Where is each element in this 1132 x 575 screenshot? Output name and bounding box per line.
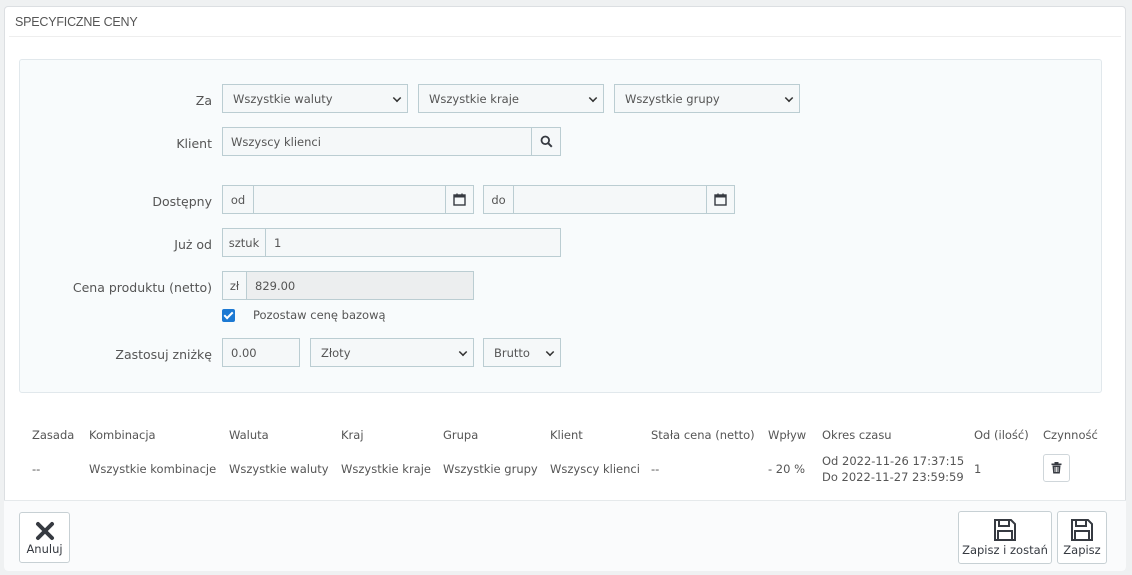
discount-tax-value: Brutto: [494, 345, 530, 360]
cell-rule: --: [32, 462, 41, 476]
cell-country: Wszystkie kraje: [341, 462, 431, 476]
cell-from-quantity: 1: [974, 462, 982, 476]
calendar-icon: [453, 193, 466, 206]
keep-base-price-label: Pozostaw cenę bazową: [253, 308, 386, 322]
column-header-combination: Kombinacja: [89, 428, 156, 442]
country-select[interactable]: Wszystkie kraje: [418, 84, 604, 113]
save-and-stay-button[interactable]: Zapisz i zostań: [958, 511, 1052, 564]
calendar-icon: [714, 193, 727, 206]
chevron-down-icon: [588, 93, 598, 103]
date-to-input[interactable]: do: [483, 185, 735, 214]
currency-select[interactable]: Wszystkie waluty: [222, 84, 408, 113]
cell-customer: Wszyscy klienci: [550, 462, 640, 476]
column-header-impact: Wpływ: [768, 428, 807, 442]
for-label: Za: [195, 93, 212, 108]
currency-select-value: Wszystkie waluty: [233, 91, 333, 106]
customer-label: Klient: [176, 136, 212, 151]
group-select[interactable]: Wszystkie grupy: [614, 84, 800, 113]
cell-impact: - 20 %: [768, 462, 806, 476]
product-price-label: Cena produktu (netto): [72, 280, 212, 295]
save-and-stay-label: Zapisz i zostań: [962, 543, 1048, 557]
starting-at-label: Już od: [174, 237, 212, 252]
customer-search-value: Wszyscy klienci: [231, 134, 321, 149]
cell-combination: Wszystkie kombinacje: [89, 462, 217, 476]
floppy-disk-icon: [994, 519, 1016, 541]
date-to-calendar-button[interactable]: [706, 186, 734, 213]
chevron-down-icon: [458, 347, 468, 357]
date-from-input[interactable]: od: [222, 185, 474, 214]
column-header-rule: Zasada: [32, 428, 75, 442]
discount-type-select[interactable]: Złoty: [310, 338, 474, 367]
keep-base-price-checkbox[interactable]: [222, 309, 235, 322]
discount-tax-select[interactable]: Brutto: [483, 338, 561, 367]
to-addon: do: [484, 186, 514, 213]
floppy-disk-icon: [1071, 519, 1093, 541]
chevron-down-icon: [545, 347, 555, 357]
apply-discount-label: Zastosuj zniżkę: [115, 347, 212, 362]
trash-icon: [1051, 462, 1062, 474]
column-header-actions: Czynność: [1043, 428, 1098, 442]
discount-type-value: Złoty: [321, 345, 351, 360]
price-currency-addon: zł: [223, 272, 247, 299]
column-header-fixed-price: Stała cena (netto): [651, 428, 755, 442]
save-label: Zapisz: [1063, 543, 1101, 557]
quantity-input[interactable]: sztuk 1: [222, 228, 561, 257]
date-from-calendar-button[interactable]: [445, 186, 473, 213]
close-icon: [35, 522, 54, 540]
cell-period-to: Do 2022-11-27 23:59:59: [822, 470, 964, 484]
from-addon: od: [223, 186, 254, 213]
column-header-currency: Waluta: [229, 428, 269, 442]
cancel-button[interactable]: Anuluj: [19, 512, 70, 563]
group-select-value: Wszystkie grupy: [625, 91, 720, 106]
cell-fixed-price: --: [651, 462, 660, 476]
column-header-from-quantity: Od (ilość): [974, 428, 1029, 442]
customer-search-input[interactable]: Wszyscy klienci: [222, 127, 561, 156]
delete-button[interactable]: [1043, 454, 1070, 482]
customer-search-button[interactable]: [531, 128, 560, 155]
search-icon: [540, 135, 553, 148]
chevron-down-icon: [784, 93, 794, 103]
column-header-country: Kraj: [341, 428, 364, 442]
cell-group: Wszystkie grupy: [443, 462, 538, 476]
cancel-label: Anuluj: [26, 542, 63, 556]
product-price-value: 829.00: [255, 278, 296, 293]
cell-period-from: Od 2022-11-26 17:37:15: [822, 454, 965, 468]
discount-value: 0.00: [231, 345, 257, 360]
units-addon: sztuk: [223, 229, 266, 256]
save-button[interactable]: Zapisz: [1057, 511, 1107, 564]
chevron-down-icon: [392, 93, 402, 103]
column-header-period: Okres czasu: [822, 428, 892, 442]
column-header-customer: Klient: [550, 428, 583, 442]
column-header-group: Grupa: [443, 428, 479, 442]
quantity-value: 1: [274, 235, 282, 250]
available-label: Dostępny: [152, 194, 212, 209]
country-select-value: Wszystkie kraje: [429, 91, 519, 106]
cell-currency: Wszystkie waluty: [229, 462, 329, 476]
panel-title: SPECYFICZNE CENY: [15, 15, 138, 29]
discount-input[interactable]: 0.00: [222, 338, 300, 367]
product-price-input[interactable]: zł 829.00: [222, 271, 474, 300]
panel-heading: SPECYFICZNE CENY: [9, 7, 1121, 37]
